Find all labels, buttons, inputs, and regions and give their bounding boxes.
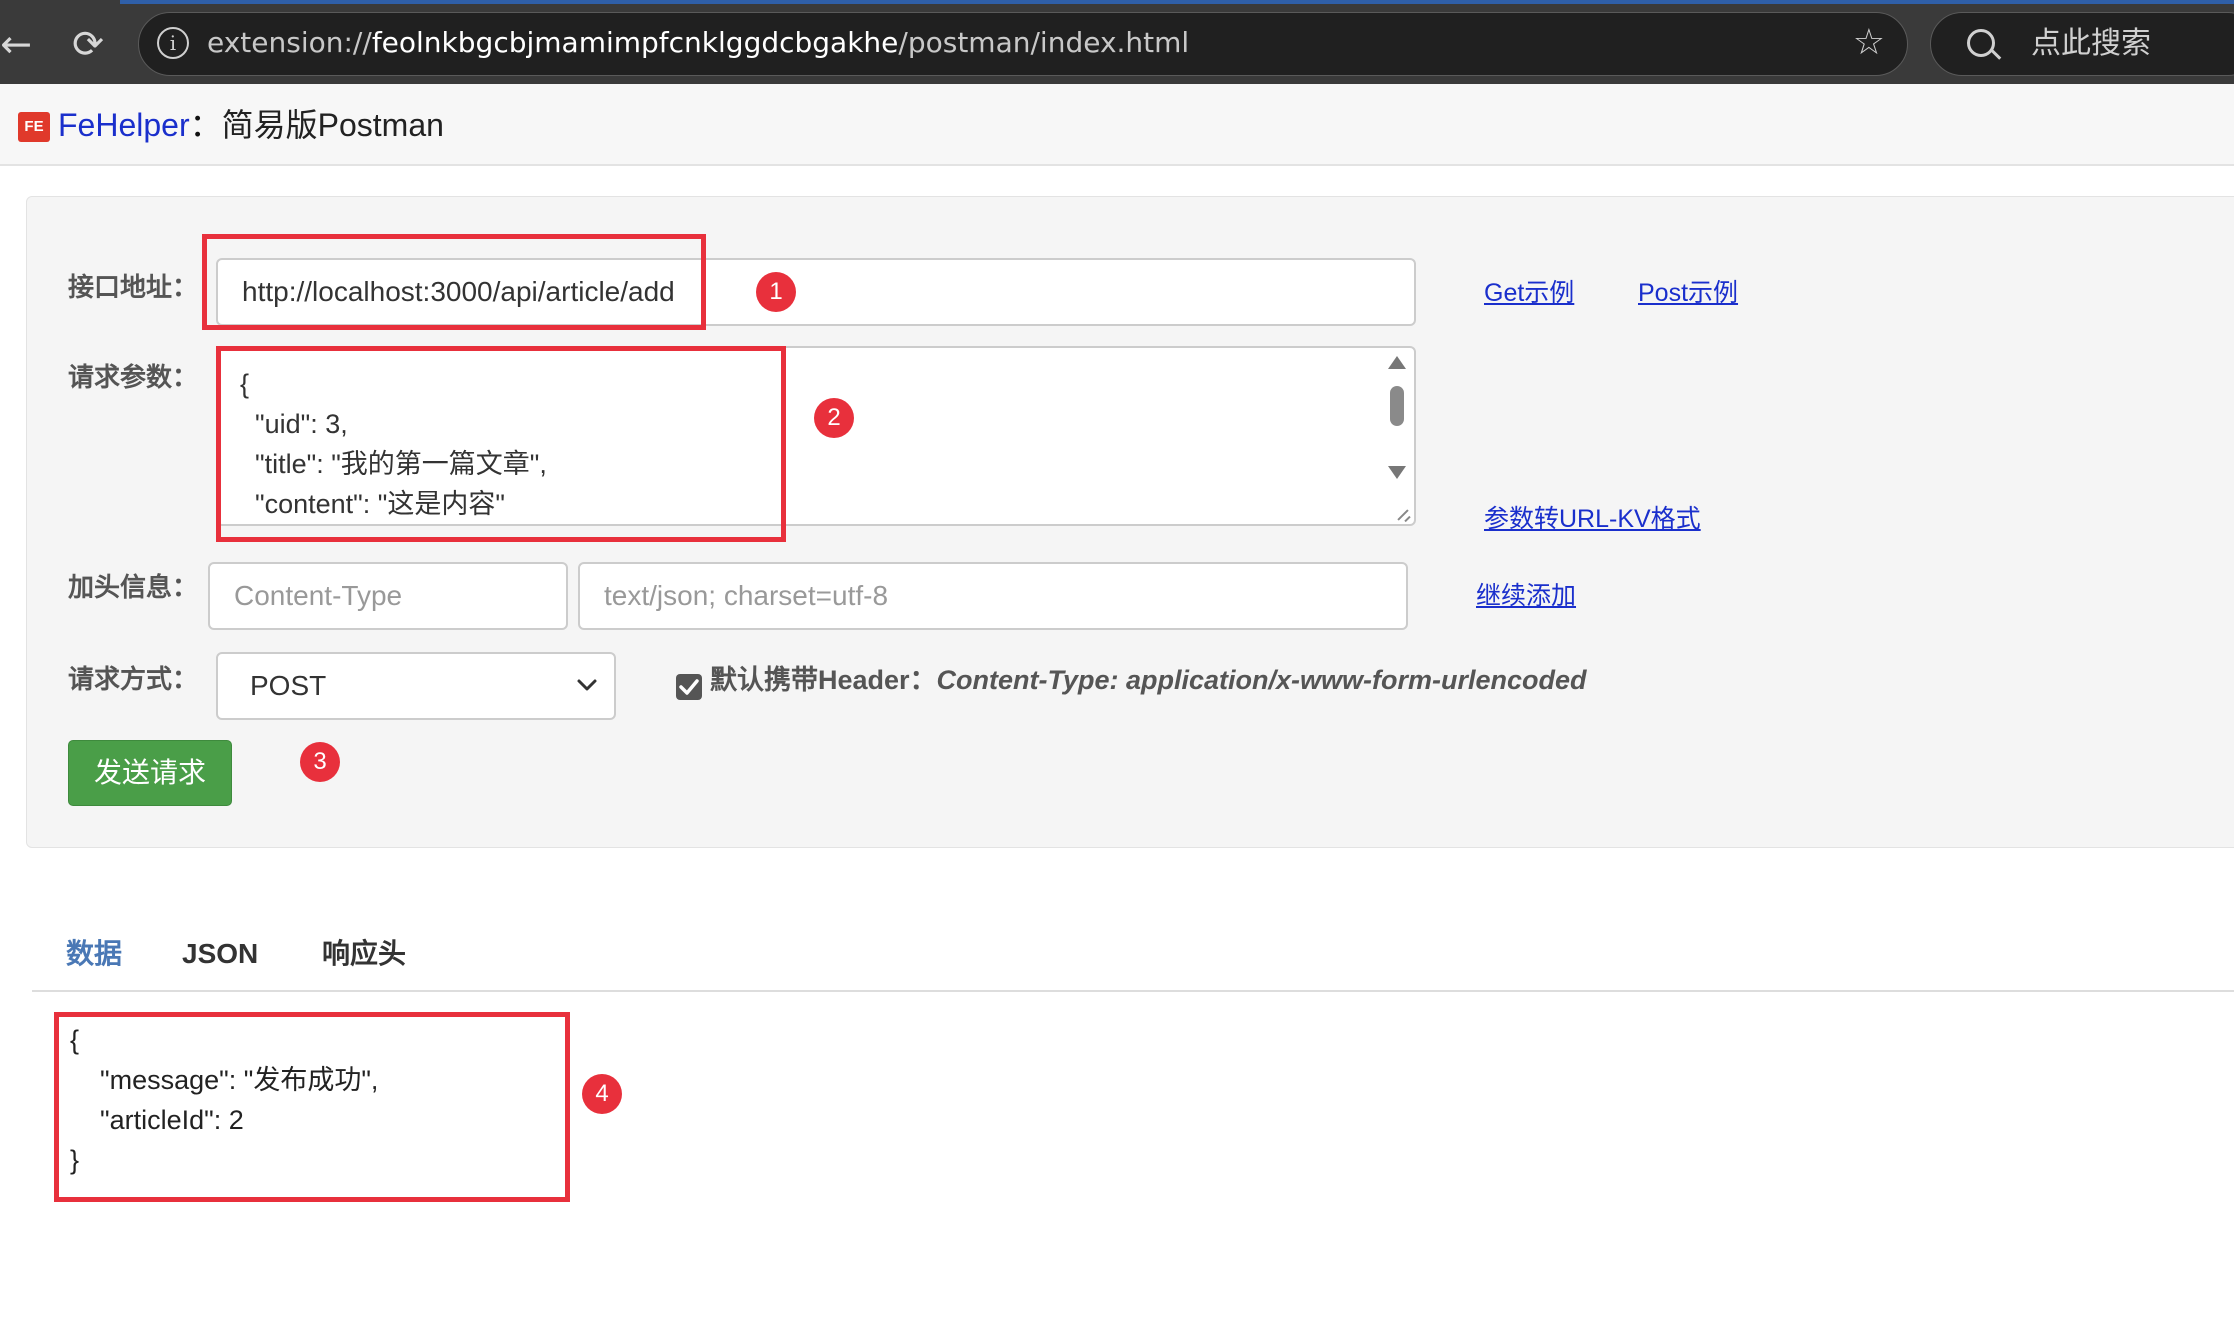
browser-toolbar: ← ⟳ i extension://feolnkbgcbjmamimpfcnkl… [0,0,2234,84]
get-example-link[interactable]: Get示例 [1484,277,1574,309]
page-title: FeHelper：简易版Postman [58,104,444,146]
header-label: 加头信息： [68,573,199,603]
annotation-box-params [216,346,786,542]
chevron-down-icon [572,670,602,700]
brand-name[interactable]: FeHelper [58,107,190,143]
scroll-up-arrow-icon[interactable] [1388,356,1406,369]
method-select[interactable]: POST [216,652,616,720]
url-label: 接口地址： [68,273,199,303]
textarea-scrollbar[interactable] [1384,356,1410,506]
default-header-value: Content-Type: application/x-www-form-url… [936,665,1587,695]
address-bar[interactable]: i extension://feolnkbgcbjmamimpfcnklggdc… [138,12,1908,76]
header-key-placeholder: Content-Type [234,580,403,611]
back-arrow-icon[interactable]: ← [0,22,38,66]
result-tabs: 数据 JSON 响应头 [32,920,2234,992]
annotation-badge-3: 3 [300,742,340,782]
url-host: feolnkbgcbjmamimpfcnklggdcbgakhe [371,26,899,59]
default-header-checkbox[interactable] [676,674,702,700]
header-value-placeholder: text/json; charset=utf-8 [604,580,889,611]
annotation-badge-1: 1 [756,272,796,312]
url-prefix: extension:// [207,26,372,59]
scroll-down-arrow-icon[interactable] [1388,466,1406,479]
page-header: FE FeHelper：简易版Postman [0,84,2234,166]
tab-response-headers[interactable]: 响应头 [322,934,406,974]
search-icon [1967,29,1995,57]
bookmark-star-icon[interactable]: ☆ [1853,23,1885,63]
tab-json[interactable]: JSON [182,934,258,974]
default-header-key: 默认携带Header： [710,665,937,695]
default-header-label: 默认携带Header：Content-Type: application/x-w… [710,662,1587,698]
post-example-link[interactable]: Post示例 [1638,277,1738,309]
method-select-value: POST [250,670,327,701]
title-separator: ： [189,107,222,143]
search-placeholder: 点此搜索 [2031,26,2151,61]
params-to-kv-link[interactable]: 参数转URL-KV格式 [1484,503,1701,535]
browser-search-box[interactable]: 点此搜索 [1930,12,2234,76]
annotation-box-url [202,234,706,330]
header-key-input[interactable]: Content-Type [208,562,568,630]
send-request-button[interactable]: 发送请求 [68,740,232,806]
address-url: extension://feolnkbgcbjmamimpfcnklggdcbg… [207,25,1189,61]
annotation-badge-4: 4 [582,1074,622,1114]
page-subtitle: 简易版Postman [221,107,444,143]
method-label: 请求方式： [68,665,199,695]
params-label: 请求参数： [68,363,199,393]
annotation-box-response [54,1012,570,1202]
checkmark-icon [679,679,699,695]
header-value-input[interactable]: text/json; charset=utf-8 [578,562,1408,630]
add-more-header-link[interactable]: 继续添加 [1476,580,1576,612]
resize-handle-icon[interactable] [1396,506,1412,522]
fehelper-logo: FE [18,112,50,142]
site-info-icon[interactable]: i [157,27,189,59]
url-path: /postman/index.html [898,26,1190,59]
tab-data[interactable]: 数据 [66,934,122,974]
reload-icon[interactable]: ⟳ [66,22,110,66]
scroll-thumb[interactable] [1390,386,1404,426]
active-tab-indicator [120,0,2234,4]
annotation-badge-2: 2 [814,398,854,438]
